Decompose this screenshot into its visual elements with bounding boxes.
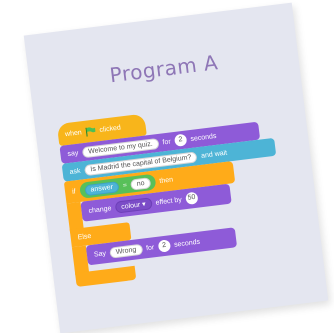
seconds-label: seconds bbox=[190, 132, 217, 143]
green-flag-icon bbox=[85, 126, 96, 137]
say-wrong-message-input[interactable]: Wrong bbox=[109, 243, 143, 259]
answer-reporter[interactable]: answer bbox=[83, 180, 120, 196]
program-title: Program A bbox=[108, 50, 220, 88]
program-card: Program A when clicked say Welcome to my… bbox=[23, 2, 329, 333]
effect-dropdown[interactable]: colour ▾ bbox=[114, 197, 153, 214]
else-label: Else bbox=[77, 232, 92, 241]
say-wrong-seconds-label: seconds bbox=[173, 238, 201, 249]
if-label: if bbox=[71, 187, 77, 196]
chevron-down-icon: ▾ bbox=[141, 200, 147, 209]
and-wait-label: and wait bbox=[200, 149, 228, 160]
say-seconds-input[interactable]: 2 bbox=[173, 133, 188, 147]
compare-value-input[interactable]: no bbox=[130, 176, 152, 191]
change-label: change bbox=[88, 204, 112, 215]
say-label: say bbox=[67, 149, 79, 158]
say-wrong-for-label: for bbox=[145, 243, 155, 252]
effect-amount-input[interactable]: 50 bbox=[184, 191, 199, 206]
say-wrong-label: Say bbox=[93, 249, 107, 259]
when-label: when bbox=[64, 128, 83, 138]
ask-label: ask bbox=[69, 167, 81, 176]
then-label: then bbox=[159, 175, 174, 185]
equals-sign: = bbox=[122, 181, 128, 190]
say-wrong-seconds-input[interactable]: 2 bbox=[157, 239, 171, 253]
effect-by-label: effect by bbox=[155, 196, 183, 207]
for-label: for bbox=[162, 137, 172, 146]
effect-dropdown-value: colour bbox=[120, 201, 141, 211]
clicked-label: clicked bbox=[99, 123, 122, 134]
